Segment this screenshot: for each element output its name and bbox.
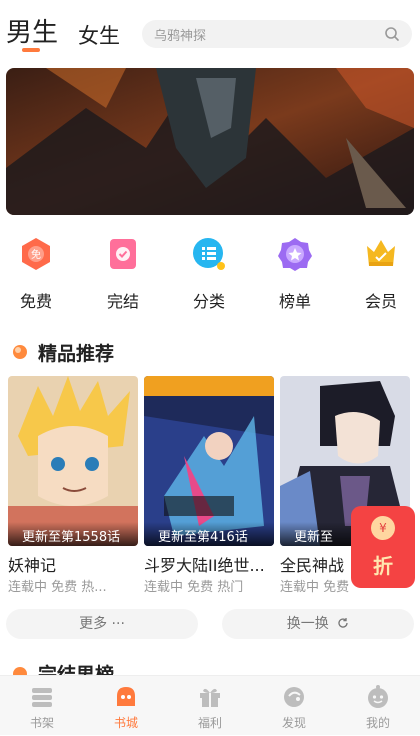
nav-bookstore[interactable]: 书城 [84, 676, 168, 736]
section-title: 精品推荐 [38, 343, 115, 365]
banner-image [6, 68, 414, 215]
category-free[interactable]: 免 免费 [1, 236, 71, 316]
nav-label: 我的 [365, 716, 390, 730]
refresh-button[interactable]: 换一换 [222, 609, 414, 639]
nav-label: 书架 [29, 716, 54, 730]
bookshelf-icon [32, 688, 52, 707]
banner-carousel[interactable] [6, 68, 414, 215]
category-icon [193, 238, 225, 270]
nav-label: 发现 [281, 716, 306, 730]
refresh-icon [338, 618, 348, 628]
nav-discover[interactable]: 发现 [252, 676, 336, 736]
update-caption: 更新至第416话 [144, 522, 274, 546]
search-bar[interactable]: 乌鸦神探 [142, 20, 412, 48]
category-finished[interactable]: 完结 [88, 236, 158, 316]
book-tags: 连载中 免费 热... [8, 580, 107, 595]
category-label: 分类 [192, 292, 225, 311]
book-cover: 更新至第1558话 [8, 376, 138, 546]
active-tab-indicator [22, 48, 40, 52]
gift-icon [200, 688, 220, 707]
category-label: 会员 [364, 292, 397, 311]
category-vip[interactable]: 会员 [346, 236, 416, 316]
category-label: 完结 [106, 292, 139, 311]
refresh-label: 换一换 [286, 616, 329, 632]
finished-icon [110, 239, 136, 269]
book-cover: 更新至第416话 [144, 376, 274, 546]
book-title: 斗罗大陆II绝世... [144, 556, 265, 575]
category-label: 免费 [19, 292, 52, 311]
nav-bookshelf[interactable]: 书架 [0, 676, 84, 736]
red-packet-float[interactable]: ¥ 折 [351, 506, 415, 588]
tab-male[interactable]: 男生 [6, 12, 58, 49]
search-placeholder: 乌鸦神探 [154, 29, 207, 44]
top-header: 男生 女生 乌鸦神探 [0, 0, 420, 64]
tab-female[interactable]: 女生 [78, 20, 120, 50]
nav-label: 福利 [197, 716, 222, 730]
discover-icon [284, 687, 304, 707]
category-ranking[interactable]: 榜单 [260, 236, 330, 316]
free-icon: 免 [22, 238, 50, 270]
nav-profile[interactable]: 我的 [336, 676, 420, 736]
nav-welfare[interactable]: 福利 [168, 676, 252, 736]
bottom-nav: 书架 书城 福利 发现 我的 [0, 675, 420, 735]
ranking-icon [278, 238, 312, 271]
category-label: 榜单 [278, 292, 311, 311]
profile-icon [368, 685, 388, 708]
more-label: 更多 ··· [79, 616, 125, 632]
vip-crown-icon [367, 240, 395, 266]
nav-label: 书城 [113, 716, 138, 730]
section-bullet-icon [13, 345, 27, 359]
more-button[interactable]: 更多 ··· [6, 609, 198, 639]
book-tags: 连载中 免费 热门 [144, 580, 244, 595]
category-classify[interactable]: 分类 [174, 236, 244, 316]
bookstore-icon [117, 687, 135, 706]
update-caption: 更新至第1558话 [8, 522, 138, 546]
red-packet-label: 折 [373, 554, 393, 578]
svg-text:免: 免 [31, 248, 41, 261]
book-title: 妖神记 [8, 556, 57, 575]
coin-icon: ¥ [371, 516, 395, 540]
search-icon [385, 27, 399, 41]
